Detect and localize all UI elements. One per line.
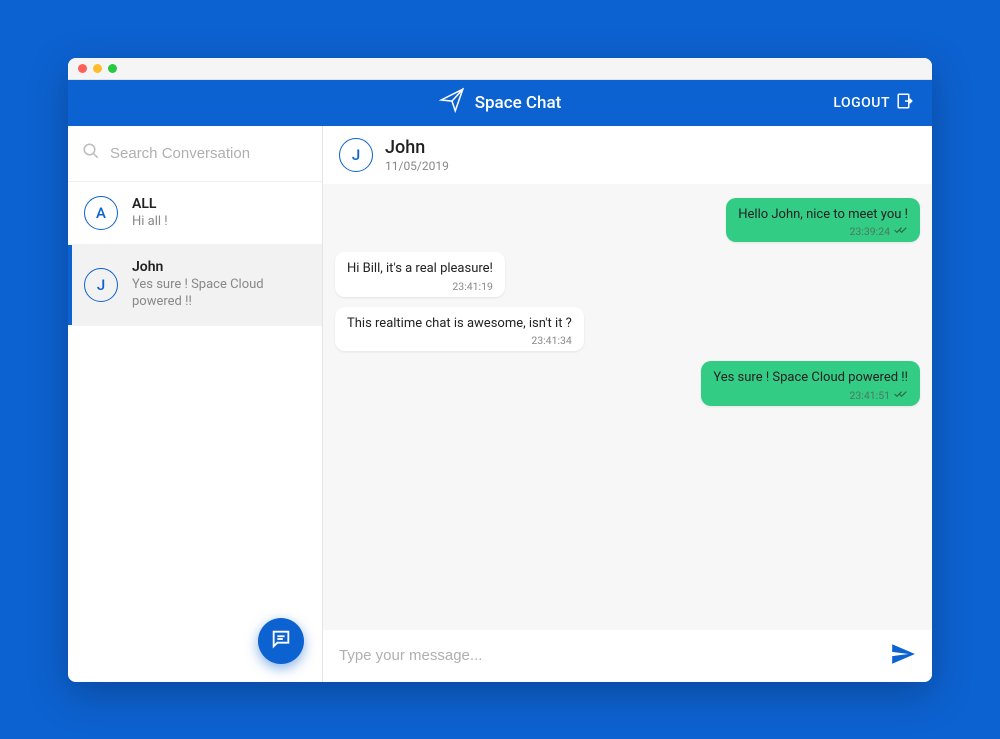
app-title: Space Chat (475, 93, 562, 113)
logout-label: LOGOUT (833, 95, 890, 111)
message-meta: 23:41:34 (347, 334, 572, 347)
avatar: J (84, 268, 118, 302)
app-window: Space Chat LOGOUT (68, 58, 932, 682)
conversation-text: John Yes sure ! Space Cloud powered !! (132, 259, 306, 311)
header-title-group: Space Chat (439, 87, 562, 118)
message-bubble: Yes sure ! Space Cloud powered !! 23:41:5… (701, 361, 920, 406)
conversation-preview: Hi all ! (132, 214, 306, 231)
message-time: 23:41:19 (452, 280, 493, 293)
message-text: Yes sure ! Space Cloud powered !! (713, 369, 908, 387)
message-icon (270, 628, 292, 654)
window-titlebar (68, 58, 932, 80)
chat-contact-name: John (385, 137, 449, 158)
chat-header-text: John 11/05/2019 (385, 137, 449, 173)
conversation-name: John (132, 259, 306, 275)
window-maximize-dot[interactable] (108, 64, 117, 73)
search-icon (82, 142, 100, 164)
paper-plane-icon (439, 87, 465, 118)
window-close-dot[interactable] (78, 64, 87, 73)
conversation-item[interactable]: A ALL Hi all ! (68, 182, 322, 246)
message-text: Hello John, nice to meet you ! (738, 206, 908, 224)
conversation-preview: Yes sure ! Space Cloud powered !! (132, 277, 306, 311)
sidebar: A ALL Hi all ! J John Yes sure ! Space C… (68, 126, 323, 682)
message-time: 23:41:34 (531, 334, 572, 347)
message-bubble: Hi Bill, it's a real pleasure! 23:41:19 (335, 252, 505, 297)
chat-header: J John 11/05/2019 (323, 126, 932, 184)
message-bubble: This realtime chat is awesome, isn't it … (335, 307, 584, 352)
message-text: Hi Bill, it's a real pleasure! (347, 260, 493, 278)
search-bar (68, 126, 322, 182)
message-row: This realtime chat is awesome, isn't it … (335, 307, 920, 352)
conversation-text: ALL Hi all ! (132, 196, 306, 231)
message-meta: 23:41:19 (347, 280, 493, 293)
chat-avatar: J (339, 138, 373, 172)
search-input[interactable] (110, 145, 309, 162)
message-row: Yes sure ! Space Cloud powered !! 23:41:5… (335, 361, 920, 406)
app-body: A ALL Hi all ! J John Yes sure ! Space C… (68, 126, 932, 682)
message-list[interactable]: Hello John, nice to meet you !23:39:24 Hi… (323, 184, 932, 630)
message-row: Hello John, nice to meet you !23:39:24 (335, 198, 920, 243)
message-composer (323, 630, 932, 682)
chat-date: 11/05/2019 (385, 159, 449, 173)
conversation-item[interactable]: J John Yes sure ! Space Cloud powered !! (68, 245, 322, 326)
double-check-icon (894, 389, 908, 402)
send-icon (890, 641, 916, 671)
window-minimize-dot[interactable] (93, 64, 102, 73)
message-text: This realtime chat is awesome, isn't it … (347, 315, 572, 333)
avatar: A (84, 196, 118, 230)
double-check-icon (894, 225, 908, 238)
message-meta: 23:39:24 (738, 225, 908, 238)
message-meta: 23:41:51 (713, 389, 908, 402)
app-header: Space Chat LOGOUT (68, 80, 932, 126)
send-button[interactable] (890, 641, 916, 671)
message-time: 23:39:24 (850, 225, 891, 238)
message-input[interactable] (339, 647, 878, 664)
conversation-list: A ALL Hi all ! J John Yes sure ! Space C… (68, 182, 322, 682)
new-chat-button[interactable] (258, 618, 304, 664)
conversation-name: ALL (132, 196, 306, 212)
logout-button[interactable]: LOGOUT (833, 80, 914, 126)
message-bubble: Hello John, nice to meet you !23:39:24 (726, 198, 920, 243)
logout-icon (896, 92, 914, 114)
message-row: Hi Bill, it's a real pleasure! 23:41:19 (335, 252, 920, 297)
message-time: 23:41:51 (850, 389, 891, 402)
chat-panel: J John 11/05/2019 Hello John, nice to me… (323, 126, 932, 682)
